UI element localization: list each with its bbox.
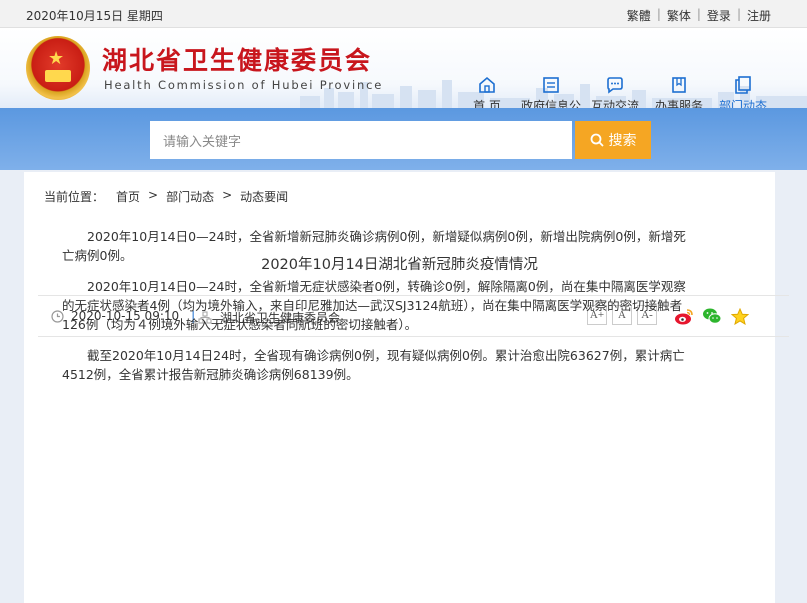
main-navigation: 首 页 政府信息公开 互动交流 办事服务 部门动态 bbox=[455, 72, 775, 108]
nav-label: 部门动态 bbox=[718, 99, 767, 108]
home-icon bbox=[455, 72, 519, 98]
star-icon: ★ bbox=[48, 48, 65, 69]
divider: | bbox=[656, 7, 661, 21]
site-subtitle-english: Health Commission of Hubei Province bbox=[104, 78, 384, 92]
article-paragraph: 2020年10月14日0—24时，全省新增无症状感染者0例，转确诊0例，解除隔离… bbox=[62, 279, 686, 332]
link-login[interactable]: 登录 bbox=[707, 7, 731, 24]
nav-label: 首 页 bbox=[473, 99, 501, 108]
nav-item-interaction[interactable]: 互动交流 bbox=[583, 72, 647, 108]
breadcrumb-item-department-news[interactable]: 部门动态 bbox=[166, 188, 214, 205]
article-paragraph: 2020年10月14日0—24时，全省新增新冠肺炎确诊病例0例，新增疑似病例0例… bbox=[62, 229, 686, 263]
nav-label: 互动交流 bbox=[590, 99, 639, 108]
current-date: 2020年10月15日 星期四 bbox=[26, 9, 163, 23]
link-register[interactable]: 注册 bbox=[747, 7, 771, 24]
nav-label: 政府信息公开 bbox=[520, 99, 581, 108]
wechat-icon bbox=[703, 308, 722, 324]
breadcrumb-item-headlines[interactable]: 动态要闻 bbox=[240, 188, 288, 205]
document-icon bbox=[519, 72, 583, 98]
search-icon bbox=[590, 133, 604, 147]
breadcrumb-separator: > bbox=[222, 188, 233, 202]
copy-icon bbox=[711, 72, 775, 98]
divider: | bbox=[696, 7, 701, 21]
search-input[interactable]: 请输入关键字 bbox=[150, 121, 572, 159]
breadcrumb-separator: > bbox=[148, 188, 159, 202]
star-icon bbox=[731, 307, 749, 325]
favorite-button[interactable] bbox=[726, 305, 754, 327]
nav-item-home[interactable]: 首 页 bbox=[455, 72, 519, 108]
divider: | bbox=[736, 7, 741, 21]
nav-item-gov-info[interactable]: 政府信息公开 bbox=[519, 72, 583, 108]
link-traditional-chinese[interactable]: 繁體 bbox=[627, 7, 651, 24]
link-traditional-chinese-alt[interactable]: 繁体 bbox=[667, 7, 691, 24]
article-body: 2020年10月14日0—24时，全省新增新冠肺炎确诊病例0例，新增疑似病例0例… bbox=[62, 227, 694, 396]
chat-icon bbox=[583, 72, 647, 98]
tiananmen-gate-icon bbox=[45, 70, 71, 82]
top-links: 繁體 | 繁体 | 登录 | 注册 bbox=[627, 7, 771, 24]
top-utility-bar: 2020年10月15日 星期四 繁體 | 繁体 | 登录 | 注册 bbox=[0, 0, 807, 28]
search-button-label: 搜索 bbox=[608, 133, 637, 149]
article-paragraph: 截至2020年10月14日24时，全省现有确诊病例0例，现有疑似病例0例。累计治… bbox=[62, 348, 685, 382]
breadcrumb-label: 当前位置： bbox=[44, 190, 105, 204]
breadcrumb: 当前位置： 首页 > 部门动态 > 动态要闻 bbox=[44, 188, 288, 205]
site-title[interactable]: 湖北省卫生健康委员会 bbox=[102, 41, 372, 77]
nav-item-department-news[interactable]: 部门动态 bbox=[711, 72, 775, 108]
national-emblem-logo: ★ bbox=[26, 36, 90, 100]
site-header: ★ 湖北省卫生健康委员会 Health Commission of Hubei … bbox=[0, 28, 807, 108]
breadcrumb-item-home[interactable]: 首页 bbox=[116, 188, 140, 205]
search-button[interactable]: 搜索 bbox=[575, 121, 651, 159]
nav-item-services[interactable]: 办事服务 bbox=[647, 72, 711, 108]
wechat-share-button[interactable] bbox=[698, 305, 726, 327]
nav-label: 办事服务 bbox=[654, 99, 703, 108]
bookmark-icon bbox=[647, 72, 711, 98]
